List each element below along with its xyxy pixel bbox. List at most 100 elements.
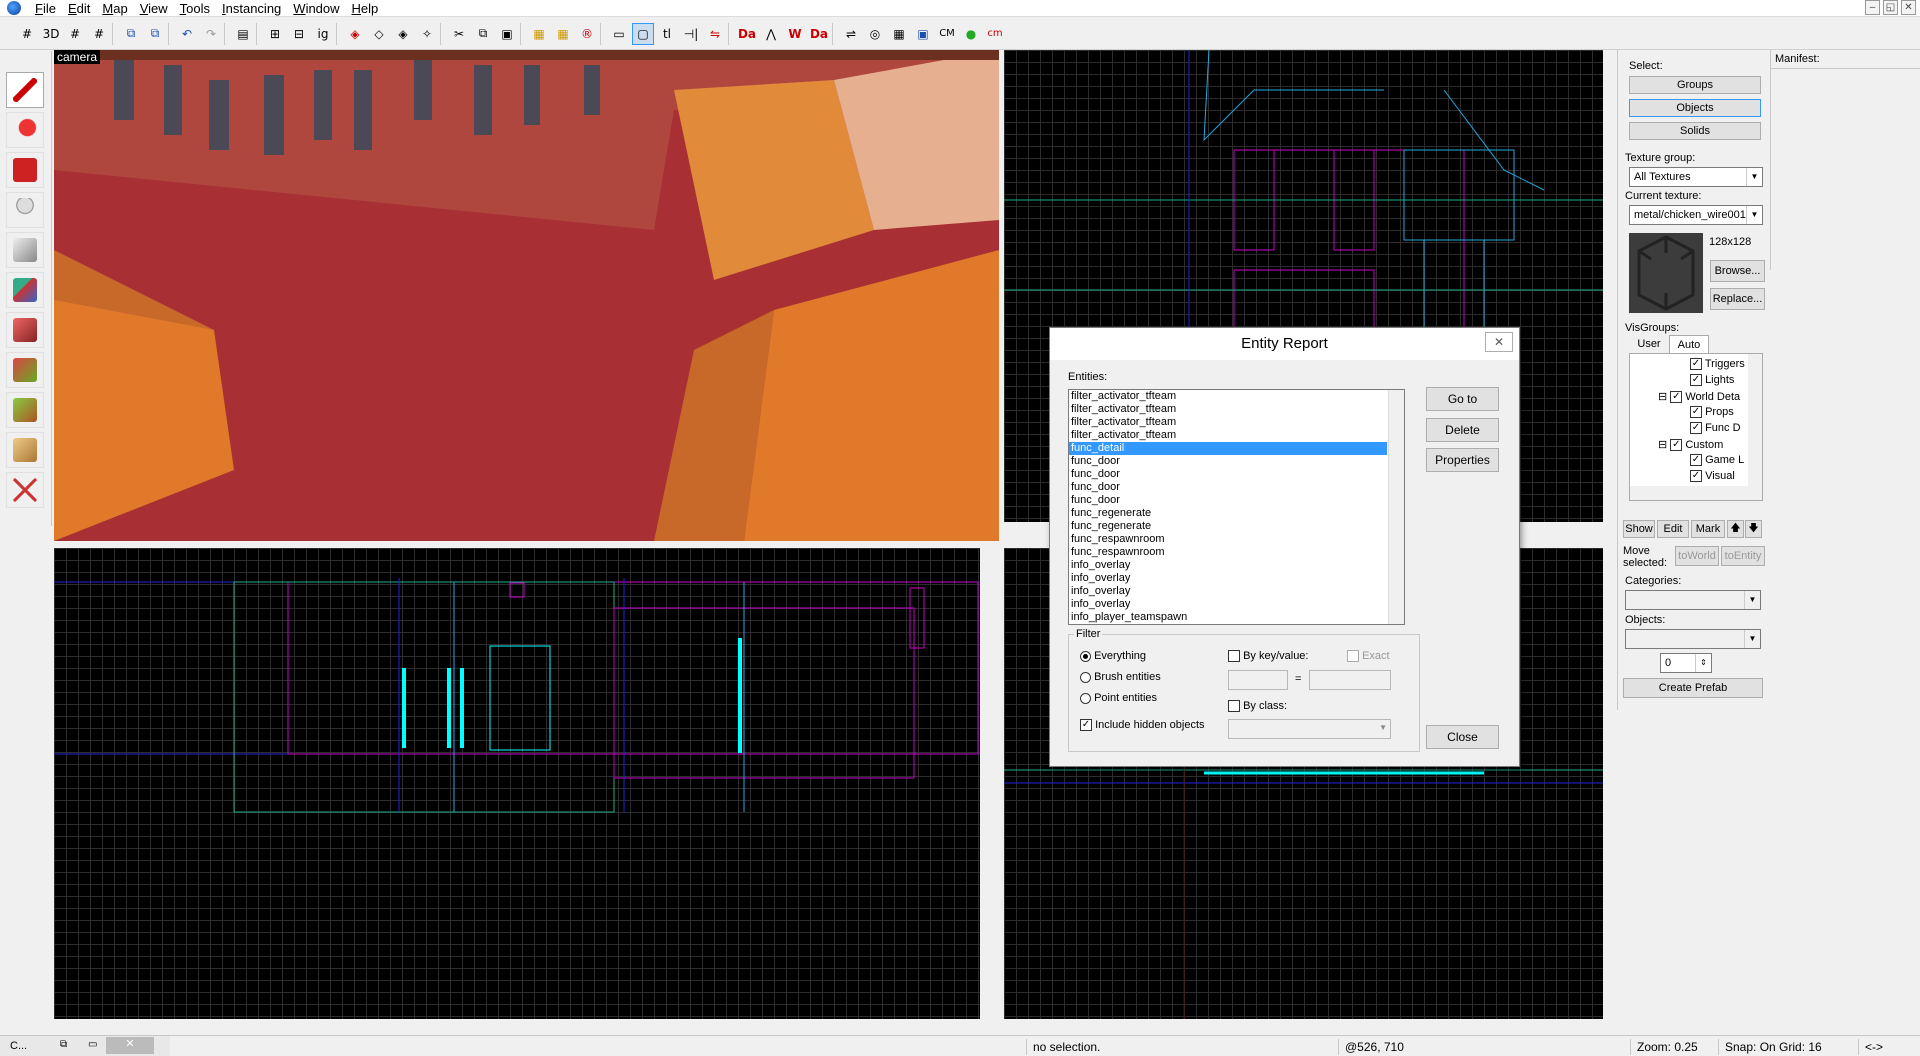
cube-map-icon[interactable]: ▣ [912,23,934,45]
front-view-hscroll[interactable] [54,1019,980,1036]
by-keyvalue-checkbox[interactable]: By key/value: [1228,650,1308,663]
browse-button[interactable]: Browse... [1710,260,1765,282]
copy2-icon[interactable]: ⧉ [472,23,494,45]
entities-list-scrollbar[interactable] [1388,390,1404,624]
cm-draw-icon[interactable]: cm [984,23,1006,45]
entity-list-item[interactable]: info_overlay [1069,559,1387,572]
point-entities-radio[interactable]: Point entities [1080,692,1157,704]
visgroup-show-button[interactable]: Show [1623,520,1655,538]
key-input[interactable] [1228,670,1288,690]
menu-help[interactable]: Help [346,1,385,16]
block-tool[interactable] [6,232,44,268]
visgroup-edit-button[interactable]: Edit [1657,520,1689,538]
properties-button[interactable]: Properties [1426,448,1499,472]
hammer-app-icon[interactable] [7,1,21,15]
grid-larger-icon[interactable]: # [88,23,110,45]
minimize-button[interactable]: – [1865,0,1880,15]
redo-icon[interactable]: ↷ [200,23,222,45]
entity-list-item[interactable]: func_door [1069,481,1387,494]
select-box-icon[interactable]: ▭ [608,23,630,45]
by-class-checkbox[interactable]: By class: [1228,700,1287,713]
hazard-stripe-icon[interactable]: ▦ [528,23,550,45]
exact-checkbox[interactable]: Exact [1347,650,1390,663]
entity-list-item[interactable]: func_regenerate [1069,520,1387,533]
texture-group-select[interactable]: All Textures ▼ [1629,167,1763,187]
cm-icon[interactable]: CM [936,23,958,45]
visgroup-func-detail[interactable]: ✓ Func D [1690,422,1741,435]
front-view-viewport[interactable] [54,548,980,1019]
menu-file[interactable]: File [29,1,62,16]
display-wire-icon[interactable]: ⋀ [760,23,782,45]
target-icon[interactable]: ◎ [864,23,886,45]
visgroup-triggers[interactable]: ✓ Triggers [1690,358,1745,371]
visgroup-world-detail[interactable]: ⊟ ✓ World Deta [1658,390,1740,404]
carve-icon[interactable]: ▤ [232,23,254,45]
visgroup-up-button[interactable]: 🡅 [1727,520,1744,538]
undo-icon[interactable]: ↶ [176,23,198,45]
to-world-button[interactable]: toWorld [1675,546,1719,566]
visgroup-down-button[interactable]: 🡇 [1745,520,1762,538]
close-button[interactable]: Close [1426,725,1499,749]
entity-list-item[interactable]: filter_activator_tfteam [1069,403,1387,416]
side-view-hscroll[interactable] [1004,1019,1603,1036]
include-hidden-checkbox[interactable]: ✓ Include hidden objects [1080,719,1205,732]
select-objects-button[interactable]: Objects [1629,99,1761,117]
entity-tool[interactable] [6,192,44,228]
entity-list-item[interactable]: func_respawnroom [1069,546,1387,559]
everything-radio[interactable]: Everything [1080,650,1146,662]
group-icon[interactable]: ⊞ [264,23,286,45]
menu-view[interactable]: View [134,1,174,16]
selection-icon[interactable]: ▢ [632,22,654,45]
camera-viewport[interactable]: camera [54,50,999,541]
entity-list-item[interactable]: func_respawnroom [1069,533,1387,546]
copy-icon[interactable]: ⧉ [120,23,142,45]
delete-button[interactable]: Delete [1426,418,1499,442]
menu-tools[interactable]: Tools [174,1,216,16]
visgroups-vscroll[interactable] [1748,354,1762,486]
paste-icon[interactable]: ⧉ [144,23,166,45]
entity-list-item[interactable]: func_detail [1069,442,1387,455]
decal-tool[interactable] [6,352,44,388]
cut-icon[interactable]: ✂ [448,23,470,45]
hide-unselected-icon[interactable]: ◇ [368,23,390,45]
flip-icon[interactable]: ⇋ [704,23,726,45]
camera-tool[interactable] [6,152,44,188]
entity-list-item[interactable]: func_door [1069,455,1387,468]
registered-icon[interactable]: ® [576,23,598,45]
menu-edit[interactable]: Edit [62,1,96,16]
entity-list-item[interactable]: info_player_teamspawn [1069,611,1387,624]
apply-texture-tool[interactable] [6,312,44,348]
visgroup-visual[interactable]: ✓ Visual [1690,470,1735,483]
vertex-tool[interactable] [6,472,44,508]
display-model-icon[interactable]: Da [736,23,758,45]
visgroup-mark-button[interactable]: Mark [1691,520,1725,538]
toggle-helpers-icon[interactable]: ✧ [416,23,438,45]
spinner-arrows-icon[interactable]: ⇕ [1695,654,1711,672]
menu-map[interactable]: Map [96,1,133,16]
entity-list-item[interactable]: func_regenerate [1069,507,1387,520]
entities-list[interactable]: filter_activator_tfteam filter_activator_… [1068,389,1405,625]
close-window-button[interactable]: ✕ [1901,0,1916,15]
entity-list-item[interactable]: info_overlay [1069,598,1387,611]
visgroups-tab-user[interactable]: User [1629,335,1669,353]
align-icon[interactable]: ⊣| [680,23,702,45]
grid-view-icon[interactable]: ▦ [888,23,910,45]
dialog-close-icon[interactable]: ✕ [1485,332,1513,352]
entity-list-item[interactable]: filter_activator_tfteam [1069,390,1387,403]
ignore-groups-icon[interactable]: ig [312,23,334,45]
prefab-count-spinner[interactable]: 0 ⇕ [1660,653,1712,673]
entity-list-item[interactable]: filter_activator_tfteam [1069,429,1387,442]
menu-instancing[interactable]: Instancing [216,1,287,16]
objects-select[interactable]: ▼ [1625,629,1761,649]
restore-button[interactable]: ◱ [1883,0,1898,15]
replace-button[interactable]: Replace... [1710,288,1765,310]
categories-select[interactable]: ▼ [1625,590,1761,610]
visgroups-hscroll[interactable] [1630,486,1762,500]
entity-list-item[interactable]: func_door [1069,494,1387,507]
display-da-icon[interactable]: Da [808,23,830,45]
visgroups-tab-auto[interactable]: Auto [1669,335,1709,353]
create-prefab-button[interactable]: Create Prefab [1623,678,1763,698]
3d-grid-icon[interactable]: 3D [40,23,62,45]
green-blob-icon[interactable]: ● [960,23,982,45]
maximize-child-icon[interactable]: ▭ [88,1039,97,1050]
